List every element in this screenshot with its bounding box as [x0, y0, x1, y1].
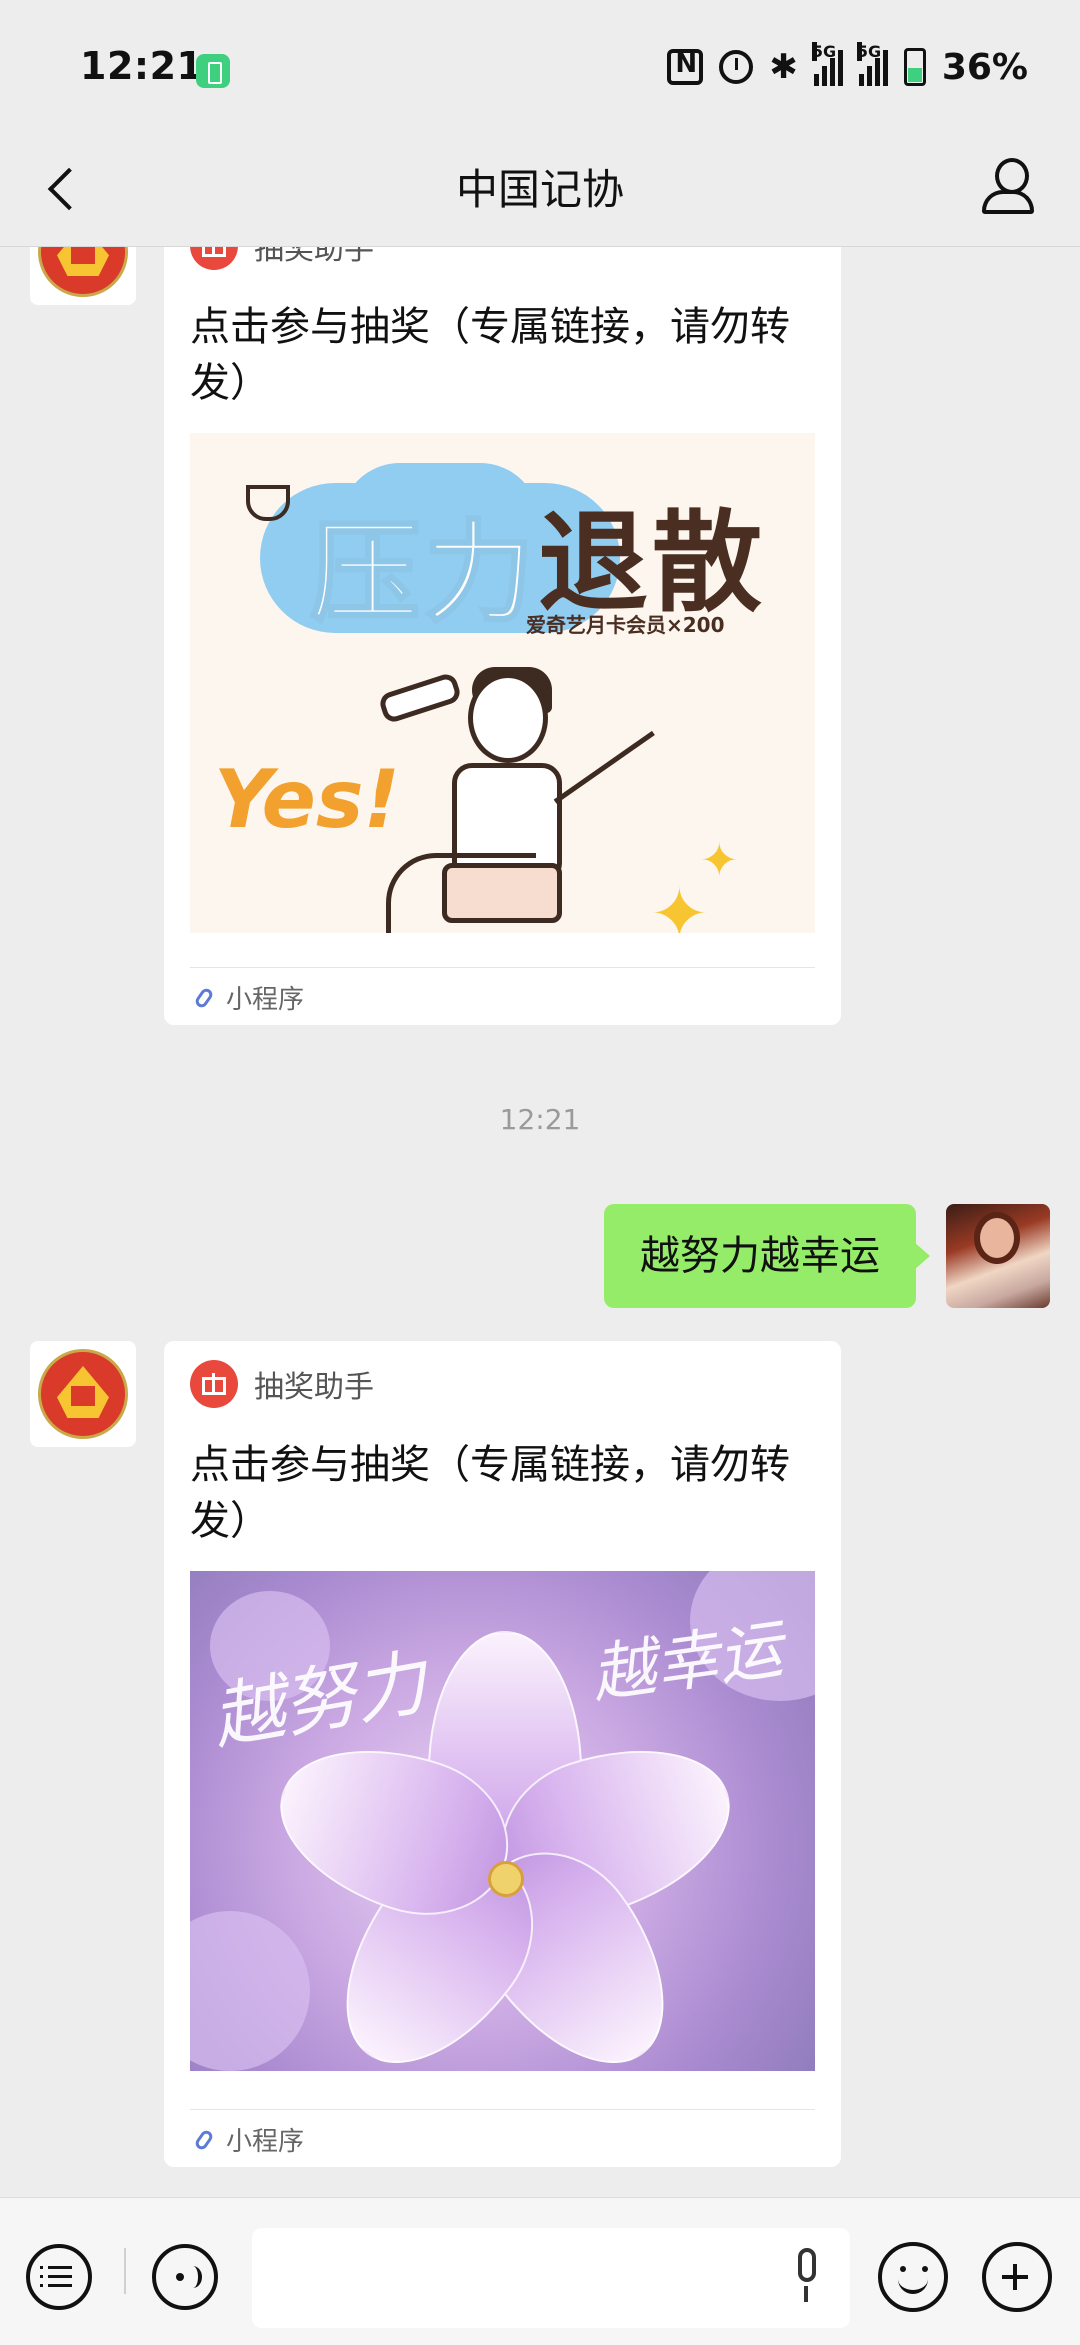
status-time: 12:21	[80, 44, 204, 88]
signal-icon-2: 5G	[856, 42, 888, 86]
gift-icon	[190, 247, 238, 270]
card-header: 抽奖助手	[190, 1359, 374, 1409]
my-avatar[interactable]	[946, 1204, 1050, 1308]
battery-saver-icon	[196, 54, 230, 88]
card-source: 抽奖助手	[254, 1370, 374, 1405]
network-type-1: 5G	[811, 42, 837, 61]
message-timestamp: 12:21	[499, 1103, 581, 1136]
card-image: 越努力 越幸运	[190, 1571, 815, 2071]
microphone-icon[interactable]	[792, 2248, 822, 2308]
image-tagline: 爱奇艺月卡会员×200	[526, 613, 725, 637]
mini-program-link-icon	[194, 986, 218, 1010]
chat-header: 中国记协	[0, 130, 1080, 247]
flower-illustration	[488, 1861, 524, 1897]
card-footer: 小程序	[194, 979, 304, 1016]
alarm-icon	[719, 50, 754, 84]
card-source: 抽奖助手	[254, 247, 374, 267]
user-profile-icon[interactable]	[980, 156, 1036, 216]
chat-title: 中国记协	[455, 165, 624, 214]
outgoing-message-bubble[interactable]: 越努力越幸运	[604, 1204, 930, 1308]
status-bar: 12:21 ✱ 5G 5G 36%	[0, 0, 1080, 130]
card-title: 点击参与抽奖（专属链接，请勿转发）	[190, 304, 790, 406]
bluetooth-icon: ✱	[769, 47, 798, 87]
input-bar	[0, 2197, 1080, 2345]
press-association-emblem	[38, 247, 128, 297]
mini-program-card[interactable]: 抽奖助手 点击参与抽奖（专属链接，请勿转发） 越努力 越幸运 小程序	[164, 1341, 841, 2167]
message-input[interactable]	[252, 2228, 850, 2328]
nfc-icon	[667, 49, 704, 85]
card-image: 压力 退散 爱奇艺月卡会员×200 Yes! ✦ ✦	[190, 433, 815, 933]
gift-icon	[190, 1360, 238, 1408]
battery-percent: 36%	[941, 46, 1028, 88]
cartoon-person-illustration	[468, 673, 548, 763]
card-title: 点击参与抽奖（专属链接，请勿转发）	[190, 1442, 790, 1544]
menu-list-icon[interactable]	[26, 2244, 92, 2310]
chat-messages: 抽奖助手 点击参与抽奖（专属链接，请勿转发） 压力 退散 爱奇艺月卡会员×200…	[0, 247, 1080, 2197]
star-icon: ✦	[650, 873, 709, 933]
sender-avatar[interactable]	[30, 1341, 136, 1447]
mini-program-card[interactable]: 抽奖助手 点击参与抽奖（专属链接，请勿转发） 压力 退散 爱奇艺月卡会员×200…	[164, 247, 841, 1025]
signal-icon-1: 5G	[811, 42, 843, 86]
image-accent-text: Yes!	[214, 753, 400, 846]
emoji-icon[interactable]	[878, 2242, 948, 2312]
press-association-emblem	[38, 1349, 128, 1439]
mini-program-link-icon	[194, 2128, 218, 2152]
network-type-2: 5G	[856, 42, 882, 61]
plus-icon[interactable]	[982, 2242, 1052, 2312]
mini-program-label: 小程序	[226, 2127, 305, 2157]
mini-program-label: 小程序	[226, 985, 305, 1015]
status-icons: ✱ 5G 5G 36%	[667, 42, 1028, 92]
card-header: 抽奖助手	[190, 247, 374, 271]
image-headline-1: 压力	[309, 508, 538, 639]
sender-avatar[interactable]	[30, 247, 136, 305]
card-footer: 小程序	[194, 2121, 304, 2158]
battery-icon	[903, 48, 926, 86]
coffee-cup-icon	[246, 485, 290, 521]
voice-icon[interactable]	[152, 2244, 218, 2310]
divider	[124, 2248, 126, 2294]
